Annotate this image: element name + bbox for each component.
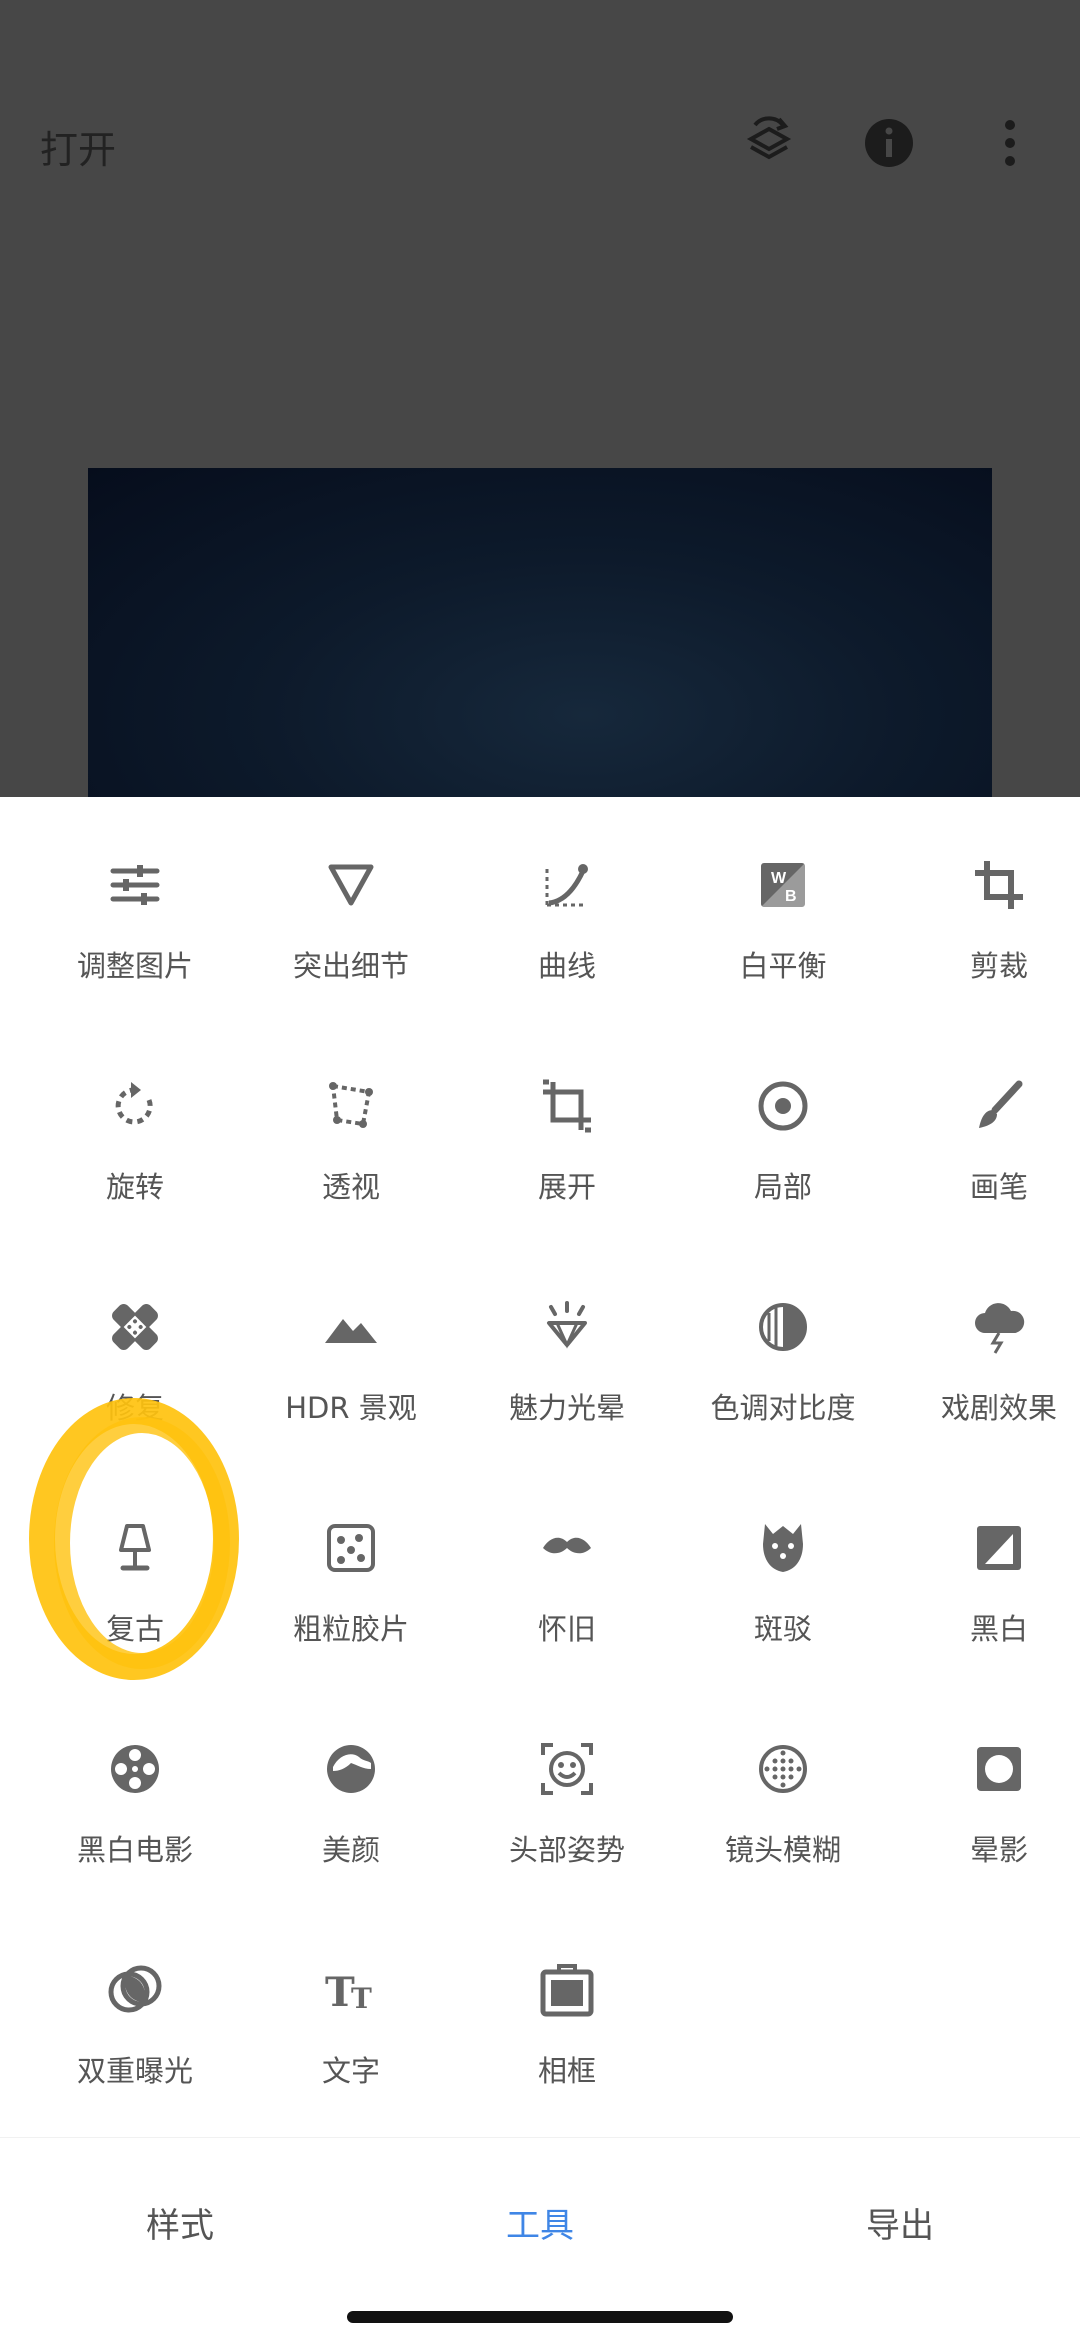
expand-icon: [543, 1079, 591, 1133]
info-icon[interactable]: [861, 115, 917, 171]
tool-label: 画笔: [969, 1170, 1028, 1204]
tool-label: 透视: [321, 1170, 380, 1204]
tool-label: 双重曝光: [76, 2054, 193, 2088]
tool-face[interactable]: 美颜: [243, 1711, 459, 1911]
svg-text:T: T: [351, 1982, 372, 2015]
black-white-icon: [977, 1526, 1021, 1570]
tool-label: HDR 景观: [285, 1391, 417, 1425]
tool-expand[interactable]: 展开: [459, 1048, 675, 1248]
grainy-film-icon: [327, 1524, 375, 1572]
face-icon: [327, 1745, 375, 1793]
tool-selective[interactable]: 局部: [675, 1048, 891, 1248]
tool-frame[interactable]: 相框: [459, 1932, 675, 2132]
tool-label: 调整图片: [76, 949, 193, 983]
photo-preview: [88, 468, 992, 797]
double-exposure-icon: [108, 1965, 162, 2013]
tool-label: 晕影: [969, 1833, 1028, 1867]
lens-blur-icon: [759, 1745, 807, 1793]
tool-label: 旋转: [105, 1170, 164, 1204]
tool-label: 局部: [753, 1170, 812, 1204]
crop-icon: [975, 861, 1023, 909]
details-icon: [328, 864, 374, 906]
brush-icon: [979, 1080, 1023, 1128]
text-icon: TT: [325, 1969, 372, 2016]
tool-label: 文字: [321, 2054, 380, 2088]
open-button[interactable]: 打开: [40, 119, 116, 174]
tool-label: 剪裁: [969, 949, 1028, 983]
tool-label: 修复: [105, 1391, 164, 1425]
tonal-contrast-icon: [759, 1303, 807, 1351]
vignette-icon: [977, 1747, 1021, 1791]
svg-text:W: W: [771, 870, 787, 887]
tool-label: 展开: [537, 1170, 596, 1204]
selective-icon: [758, 1081, 808, 1131]
grunge-icon: [763, 1524, 803, 1572]
home-indicator: [347, 2311, 733, 2323]
tool-rotate[interactable]: 旋转: [27, 1048, 243, 1248]
tool-tonal-contrast[interactable]: 色调对比度: [675, 1269, 891, 1469]
mustache-icon: [543, 1537, 591, 1554]
tool-tune[interactable]: 调整图片: [27, 827, 243, 1027]
tool-grunge[interactable]: 斑驳: [675, 1490, 891, 1690]
tool-mustache[interactable]: 怀旧: [459, 1490, 675, 1690]
bottom-nav: 样式 工具 导出: [0, 2137, 1080, 2342]
frame-icon: [540, 1964, 594, 2017]
tool-grainy-film[interactable]: 粗粒胶片: [243, 1490, 459, 1690]
tool-label: 戏剧效果: [940, 1391, 1057, 1425]
tool-label: 美颜: [321, 1833, 380, 1867]
head-pose-icon: [541, 1743, 593, 1795]
tool-label: 色调对比度: [710, 1391, 856, 1425]
rotate-icon: [115, 1082, 153, 1125]
white-balance-icon: WB: [761, 863, 805, 907]
tool-label: 白平衡: [739, 949, 827, 983]
tool-label: 复古: [105, 1612, 164, 1646]
tool-label: 黑白电影: [76, 1833, 193, 1867]
tool-noir-film[interactable]: 黑白电影: [27, 1711, 243, 1911]
tool-label: 黑白: [969, 1612, 1028, 1646]
tool-lens-blur[interactable]: 镜头模糊: [675, 1711, 891, 1911]
tool-label: 突出细节: [292, 949, 409, 983]
tool-healing[interactable]: 修复: [27, 1269, 243, 1469]
tool-label: 粗粒胶片: [292, 1612, 409, 1646]
tool-label: 头部姿势: [508, 1833, 625, 1867]
noir-film-icon: [111, 1745, 159, 1793]
undo-stack-icon[interactable]: [741, 115, 797, 171]
tool-vintage-lamp[interactable]: 复古: [27, 1490, 243, 1690]
tool-label: 曲线: [537, 949, 596, 983]
tab-styles[interactable]: 样式: [80, 2198, 280, 2247]
tool-details[interactable]: 突出细节: [243, 827, 459, 1027]
tab-export[interactable]: 导出: [800, 2198, 1000, 2247]
tool-brush[interactable]: 画笔: [891, 1048, 1080, 1248]
tool-crop[interactable]: 剪裁: [891, 827, 1080, 1027]
tool-vignette[interactable]: 晕影: [891, 1711, 1080, 1911]
vintage-lamp-icon: [119, 1524, 151, 1571]
tool-white-balance[interactable]: W B 白平衡: [675, 827, 891, 1027]
tool-label: 怀旧: [537, 1612, 596, 1646]
tool-label: 魅力光晕: [508, 1391, 625, 1425]
tune-icon: [110, 865, 160, 905]
tools-sheet: 调整图片 突出细节 曲线 W B 白平衡 剪裁旋转 透视 展开 局部 画笔修复 HDR 景观 魅力光晕 色…: [0, 797, 1080, 2137]
glamour-glow-icon: [547, 1301, 587, 1349]
curves-icon: [545, 864, 588, 907]
tab-tools[interactable]: 工具: [440, 2198, 640, 2247]
tool-drama[interactable]: 戏剧效果: [891, 1269, 1080, 1469]
tool-curves[interactable]: 曲线: [459, 827, 675, 1027]
tool-label: 斑驳: [753, 1612, 812, 1646]
tool-label: 镜头模糊: [724, 1833, 841, 1867]
more-vert-icon[interactable]: [982, 115, 1038, 171]
tool-black-white[interactable]: 黑白: [891, 1490, 1080, 1690]
perspective-icon: [329, 1082, 373, 1128]
drama-icon: [975, 1303, 1025, 1354]
tool-perspective[interactable]: 透视: [243, 1048, 459, 1248]
tool-head-pose[interactable]: 头部姿势: [459, 1711, 675, 1911]
healing-icon: [112, 1304, 158, 1350]
tool-glamour-glow[interactable]: 魅力光晕: [459, 1269, 675, 1469]
hdr-icon: [325, 1319, 377, 1343]
tool-text[interactable]: T T 文字: [243, 1932, 459, 2132]
tool-hdr[interactable]: HDR 景观: [243, 1269, 459, 1469]
tool-label: 相框: [537, 2054, 596, 2088]
tool-double-exposure[interactable]: 双重曝光: [27, 1932, 243, 2132]
svg-text:B: B: [785, 888, 797, 905]
top-bar: 打开: [0, 95, 1080, 195]
